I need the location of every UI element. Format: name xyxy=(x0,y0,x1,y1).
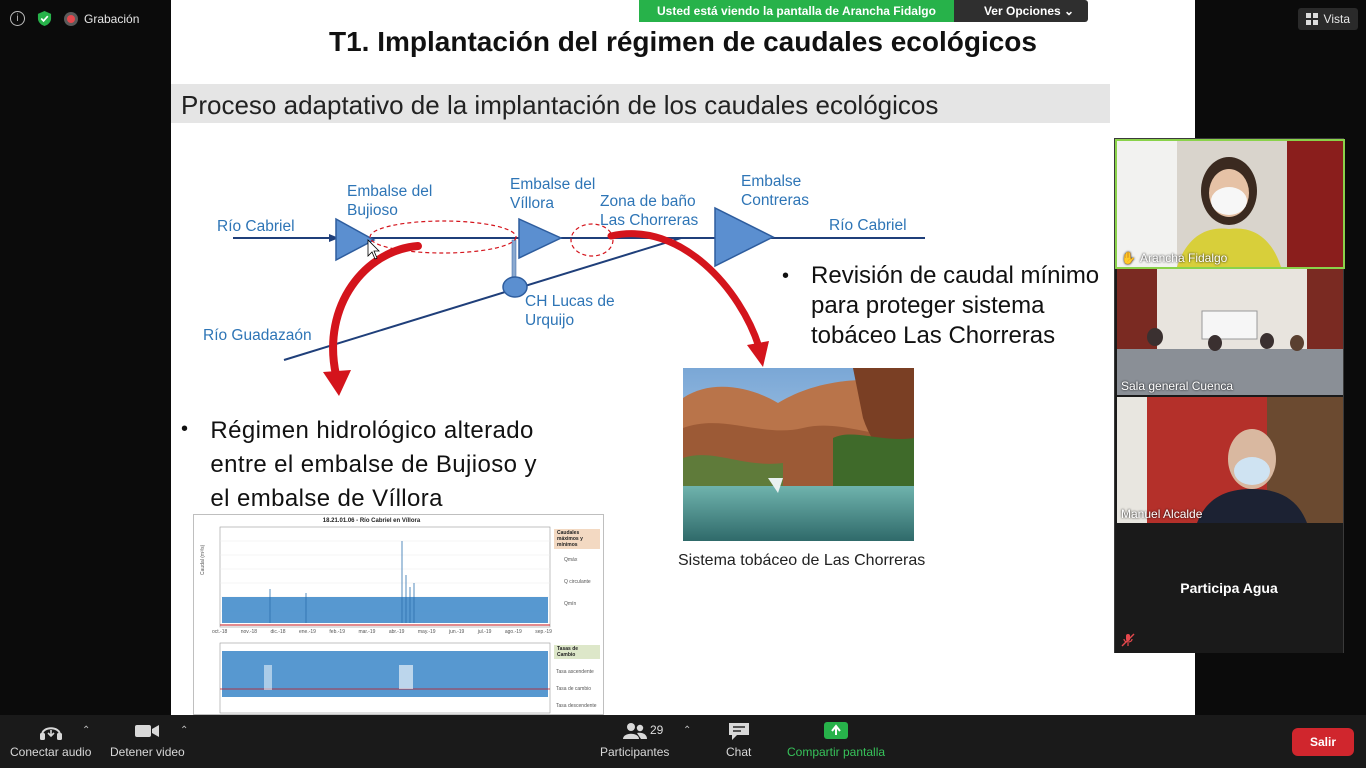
label-zona-bano: Zona de baño Las Chorreras xyxy=(600,193,699,229)
participants-count: 29 xyxy=(650,723,664,737)
video-tile-manuel[interactable]: Manuel Alcalde xyxy=(1117,397,1343,523)
participants-label: Participantes xyxy=(600,745,670,759)
legend-tasa-ascendente: Tasa ascendente xyxy=(556,669,594,675)
chat-icon xyxy=(728,723,749,740)
chat-label: Chat xyxy=(726,745,752,759)
flow-graph: 18.21.01.06 - Río Cabriel en Víllora Cau… xyxy=(193,514,604,715)
participants-options-caret-icon[interactable]: ⌃ xyxy=(683,725,691,736)
video-tile-sala-cuenca[interactable]: Sala general Cuenca xyxy=(1117,269,1343,395)
bullet-revision-caudal: • Revisión de caudal mínimo para protege… xyxy=(782,262,1100,349)
video-arancha xyxy=(1117,141,1343,267)
graph-plot xyxy=(219,526,551,714)
stop-video-label: Detener video xyxy=(110,745,185,759)
view-options-button[interactable]: Ver Opciones ⌄ xyxy=(953,0,1089,22)
chevron-down-icon: ⌄ xyxy=(1064,4,1075,18)
recording-label: Grabación xyxy=(84,11,140,26)
legend-qmin: Qmín xyxy=(564,601,577,607)
participant-name-arancha: ✋ Arancha Fidalgo xyxy=(1121,251,1228,265)
bullet-dot: • xyxy=(782,265,790,287)
share-screen-label: Compartir pantalla xyxy=(787,745,886,759)
legend-qmax: Qmáx xyxy=(564,557,578,563)
legend-tasa-cambio: Tasa de cambio xyxy=(556,686,592,692)
bullet-dot: • xyxy=(181,418,189,440)
stop-video-button[interactable]: Detener video xyxy=(110,721,185,759)
q-circulante-series xyxy=(222,597,548,623)
record-icon xyxy=(64,11,78,26)
participant-name-manuel: Manuel Alcalde xyxy=(1121,507,1203,521)
dam-villora xyxy=(518,217,563,260)
raise-hand-icon: ✋ xyxy=(1121,251,1136,265)
hydro-plant xyxy=(502,276,528,298)
legend-bottom-title: Tasas de Cambio xyxy=(554,645,600,659)
legend-top-title: Caudales máximos y mínimos xyxy=(554,529,600,549)
video-tile-participa-agua[interactable]: Participa Agua xyxy=(1115,523,1343,653)
share-banner-message: Usted está viendo la pantalla de Arancha… xyxy=(639,0,954,22)
legend-tasa-descendente: Tasa descendente xyxy=(556,703,597,709)
photo-caption: Sistema tobáceo de Las Chorreras xyxy=(678,552,926,569)
join-audio-label: Conectar audio xyxy=(10,745,92,759)
label-ch-lucas: CH Lucas de Urquijo xyxy=(525,293,615,329)
photo-las-chorreras xyxy=(683,368,914,541)
legend-q-circulante: Q circulante xyxy=(564,579,591,585)
chat-button[interactable]: Chat xyxy=(726,721,751,759)
label-embalse-contreras: Embalse Contreras xyxy=(741,173,810,209)
meeting-toolbar: Conectar audio ⌃ Detener video ⌃ Partici… xyxy=(0,715,1366,768)
participants-icon xyxy=(622,723,647,739)
video-panel: ✋ Arancha Fidalgo Sala general Cuenca Ma… xyxy=(1114,138,1345,653)
red-arrow-left xyxy=(329,242,422,379)
x-axis-ticks: oct.-18 nov.-18 dic.-18 ene.-19 feb.-19 mar… xyxy=(212,629,552,635)
shared-screen: T1. Implantación del régimen de caudales… xyxy=(171,0,1195,715)
headphones-icon xyxy=(39,727,62,740)
leave-meeting-button[interactable]: Salir xyxy=(1291,728,1354,756)
view-label: Vista xyxy=(1323,12,1350,26)
mic-muted-icon xyxy=(1121,633,1135,647)
share-screen-icon xyxy=(824,722,849,739)
bullet-regimen-alterado: • Régimen hidrológico alterado entre el … xyxy=(181,414,537,516)
view-button[interactable]: Vista xyxy=(1297,8,1358,30)
label-embalse-villora: Embalse del Víllora xyxy=(510,176,596,212)
video-camera-icon xyxy=(135,725,160,737)
label-rio-cabriel-left: Río Cabriel xyxy=(217,218,295,235)
grid-view-icon xyxy=(1305,13,1318,25)
participant-name-sala-cuenca: Sala general Cuenca xyxy=(1121,379,1234,393)
zoom-meeting-window: i Grabación Vista T1. Implantación del r… xyxy=(0,0,1366,768)
video-sala-cuenca xyxy=(1117,269,1343,395)
top-ylabel: Caudal (m³/s) xyxy=(200,544,206,575)
video-tile-arancha[interactable]: ✋ Arancha Fidalgo xyxy=(1115,139,1345,269)
meeting-status-bar: i Grabación xyxy=(10,10,139,27)
label-rio-cabriel-right: Río Cabriel xyxy=(829,217,907,234)
participant-name-participa-agua: Participa Agua xyxy=(1180,580,1278,596)
video-manuel xyxy=(1117,397,1343,523)
share-screen-button[interactable]: Compartir pantalla xyxy=(787,721,885,759)
recording-indicator[interactable]: Grabación xyxy=(64,11,140,26)
dam-contreras xyxy=(714,206,775,268)
screen-share-banner: Usted está viendo la pantalla de Arancha… xyxy=(639,0,1089,22)
label-rio-guadazaon: Río Guadazaón xyxy=(203,327,312,344)
shield-icon[interactable] xyxy=(37,10,52,27)
join-audio-button[interactable]: Conectar audio xyxy=(10,721,91,759)
video-options-caret-icon[interactable]: ⌃ xyxy=(180,725,188,736)
label-embalse-bujioso: Embalse del Bujioso xyxy=(347,183,433,219)
audio-options-caret-icon[interactable]: ⌃ xyxy=(82,725,90,736)
info-icon[interactable]: i xyxy=(10,11,25,26)
